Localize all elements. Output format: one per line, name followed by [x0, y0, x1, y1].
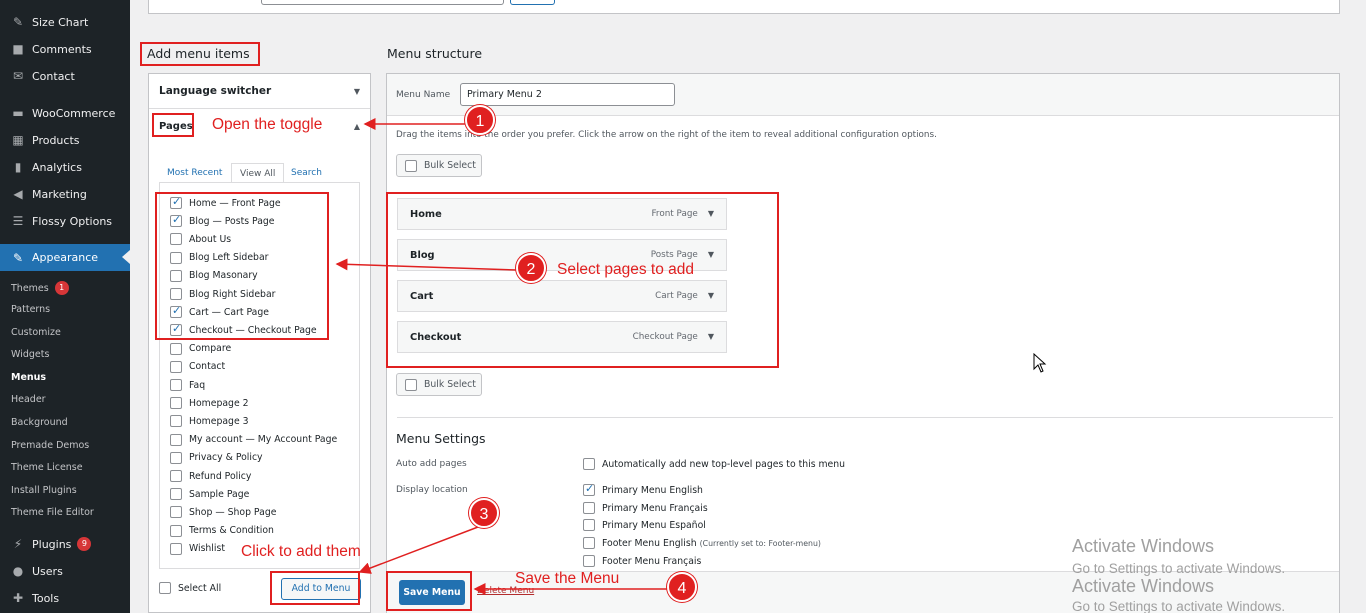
annotation-arrows: [335, 118, 668, 595]
step-marker-1: 1: [465, 105, 495, 135]
wp-admin-page: ✎ Size Chart ■ Comments ✉ Contact ▬ WooComme…: [0, 0, 1366, 613]
step-marker-2: 2: [516, 253, 546, 283]
watermark-title: Activate Windows: [1072, 576, 1215, 596]
note-save-menu: Save the Menu: [515, 570, 620, 587]
step-marker-4: 4: [667, 572, 697, 602]
page-scrollbar[interactable]: [1358, 0, 1366, 613]
watermark-subtitle: Go to Settings to activate Windows.: [1072, 599, 1286, 613]
watermark-title: Activate Windows: [1072, 536, 1215, 556]
note-open-toggle: Open the toggle: [212, 116, 323, 133]
mouse-cursor-icon: [1033, 353, 1047, 373]
watermark-subtitle: Go to Settings to activate Windows.: [1072, 561, 1286, 576]
note-select-pages: Select pages to add: [557, 261, 695, 278]
note-click-add: Click to add them: [241, 543, 361, 560]
step-marker-3: 3: [469, 498, 499, 528]
